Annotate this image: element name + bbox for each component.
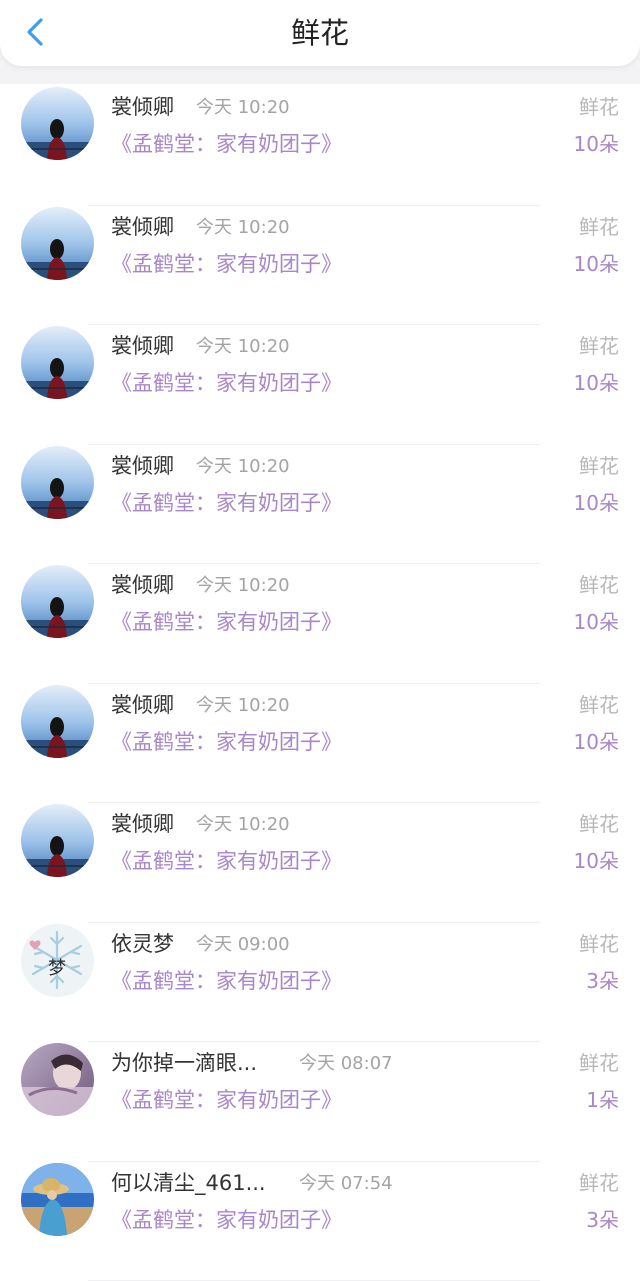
gift-type: 鲜花 — [579, 930, 619, 958]
timestamp: 今天 10:20 — [196, 693, 290, 719]
list-item[interactable]: 裳倾卿 今天 10:20 《孟鹤堂：家有奶团子》 鲜花 10朵 — [0, 325, 640, 445]
avatar[interactable] — [21, 207, 94, 280]
book-title[interactable]: 《孟鹤堂：家有奶团子》 — [111, 1085, 342, 1115]
gift-count: 3朵 — [586, 966, 619, 996]
gift-type: 鲜花 — [579, 691, 619, 719]
user-name: 裳倾卿 — [111, 92, 174, 122]
gift-count: 10朵 — [574, 488, 619, 518]
avatar[interactable]: 梦 — [21, 924, 94, 997]
book-title[interactable]: 《孟鹤堂：家有奶团子》 — [111, 966, 342, 996]
book-title[interactable]: 《孟鹤堂：家有奶团子》 — [111, 1205, 342, 1235]
gift-count: 10朵 — [574, 249, 619, 279]
list-item[interactable]: 裳倾卿 今天 10:20 《孟鹤堂：家有奶团子》 鲜花 10朵 — [0, 445, 640, 565]
list-item[interactable]: 裳倾卿 今天 10:20 《孟鹤堂：家有奶团子》 鲜花 10朵 — [0, 803, 640, 923]
book-title[interactable]: 《孟鹤堂：家有奶团子》 — [111, 129, 342, 159]
gift-type: 鲜花 — [579, 571, 619, 599]
gift-count: 10朵 — [574, 368, 619, 398]
list-item[interactable]: 裳倾卿 今天 10:20 《孟鹤堂：家有奶团子》 鲜花 10朵 — [0, 86, 640, 206]
user-name: 裳倾卿 — [111, 809, 174, 839]
list-item[interactable]: 为你掉一滴眼... 今天 08:07 《孟鹤堂：家有奶团子》 鲜花 1朵 — [0, 1042, 640, 1162]
user-name: 裳倾卿 — [111, 451, 174, 481]
user-name: 裳倾卿 — [111, 212, 174, 242]
gift-type: 鲜花 — [579, 1169, 619, 1197]
avatar[interactable] — [21, 1163, 94, 1236]
avatar[interactable] — [21, 565, 94, 638]
gift-count: 10朵 — [574, 129, 619, 159]
gift-type: 鲜花 — [579, 93, 619, 121]
gift-count: 1朵 — [586, 1085, 619, 1115]
timestamp: 今天 10:20 — [196, 573, 290, 599]
book-title[interactable]: 《孟鹤堂：家有奶团子》 — [111, 846, 342, 876]
list-item[interactable]: 梦 依灵梦 今天 09:00 《孟鹤堂：家有奶团子》 鲜花 3朵 — [0, 923, 640, 1043]
avatar[interactable] — [21, 87, 94, 160]
gift-type: 鲜花 — [579, 452, 619, 480]
list-item[interactable]: 裳倾卿 今天 10:20 《孟鹤堂：家有奶团子》 鲜花 10朵 — [0, 684, 640, 804]
header: 鲜花 — [0, 0, 640, 66]
gift-count: 10朵 — [574, 727, 619, 757]
timestamp: 今天 08:07 — [299, 1051, 393, 1077]
avatar-text: 梦 — [48, 958, 66, 979]
user-name: 裳倾卿 — [111, 570, 174, 600]
user-name: 裳倾卿 — [111, 331, 174, 361]
book-title[interactable]: 《孟鹤堂：家有奶团子》 — [111, 249, 342, 279]
list-item[interactable]: 裳倾卿 今天 10:20 《孟鹤堂：家有奶团子》 鲜花 10朵 — [0, 206, 640, 326]
gift-type: 鲜花 — [579, 332, 619, 360]
avatar[interactable] — [21, 804, 94, 877]
gift-type: 鲜花 — [579, 810, 619, 838]
timestamp: 今天 10:20 — [196, 812, 290, 838]
gift-count: 3朵 — [586, 1205, 619, 1235]
user-name: 为你掉一滴眼... — [111, 1048, 257, 1078]
user-name: 裳倾卿 — [111, 690, 174, 720]
timestamp: 今天 10:20 — [196, 334, 290, 360]
list-item[interactable]: 裳倾卿 今天 10:20 《孟鹤堂：家有奶团子》 鲜花 10朵 — [0, 564, 640, 684]
user-name: 依灵梦 — [111, 929, 174, 959]
avatar[interactable] — [21, 1043, 94, 1116]
flower-gift-list[interactable]: 裳倾卿 今天 10:20 《孟鹤堂：家有奶团子》 鲜花 10朵 裳倾卿 今天 1… — [0, 86, 640, 1281]
timestamp: 今天 10:20 — [196, 454, 290, 480]
user-name: 何以清尘_461... — [111, 1168, 266, 1198]
book-title[interactable]: 《孟鹤堂：家有奶团子》 — [111, 488, 342, 518]
book-title[interactable]: 《孟鹤堂：家有奶团子》 — [111, 727, 342, 757]
timestamp: 今天 10:20 — [196, 95, 290, 121]
avatar[interactable] — [21, 685, 94, 758]
timestamp: 今天 10:20 — [196, 215, 290, 241]
book-title[interactable]: 《孟鹤堂：家有奶团子》 — [111, 607, 342, 637]
gift-count: 10朵 — [574, 607, 619, 637]
list-item[interactable]: 何以清尘_461... 今天 07:54 《孟鹤堂：家有奶团子》 鲜花 3朵 — [0, 1162, 640, 1281]
gift-type: 鲜花 — [579, 1049, 619, 1077]
page-title: 鲜花 — [0, 14, 640, 52]
timestamp: 今天 07:54 — [299, 1171, 393, 1197]
book-title[interactable]: 《孟鹤堂：家有奶团子》 — [111, 368, 342, 398]
avatar[interactable] — [21, 446, 94, 519]
gift-type: 鲜花 — [579, 213, 619, 241]
avatar[interactable] — [21, 326, 94, 399]
timestamp: 今天 09:00 — [196, 932, 290, 958]
gift-count: 10朵 — [574, 846, 619, 876]
